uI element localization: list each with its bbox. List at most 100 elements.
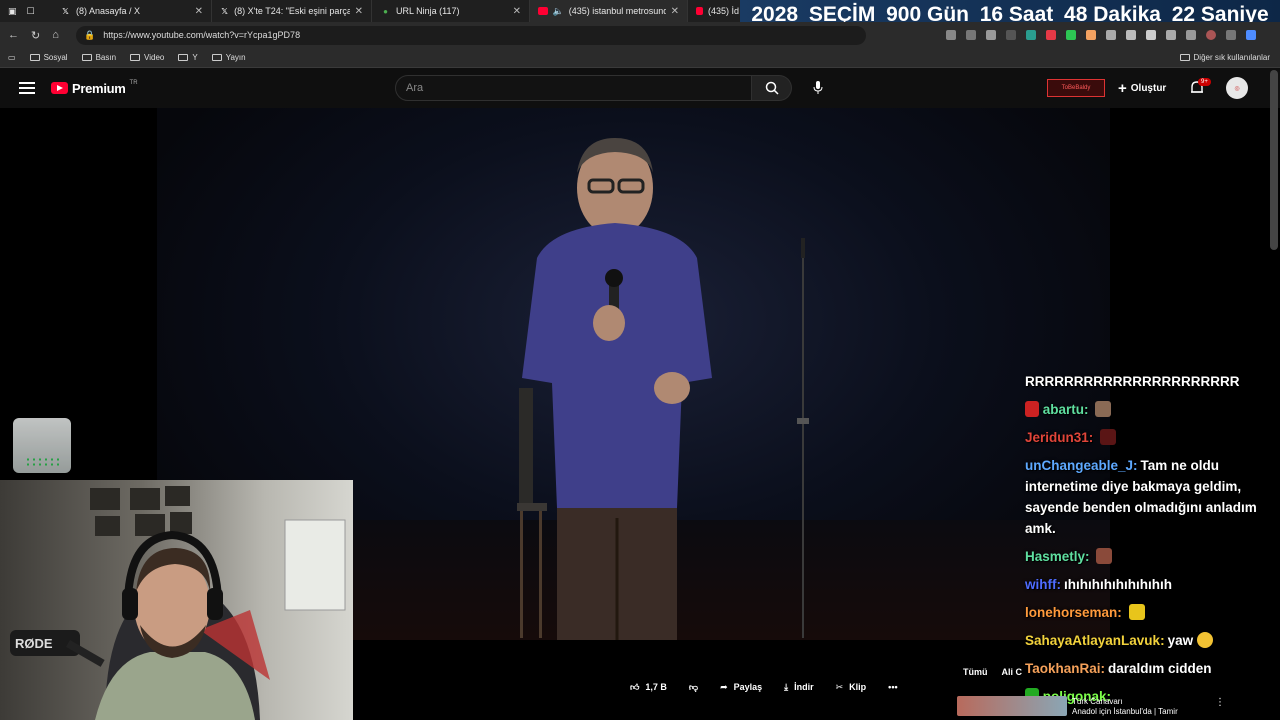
chat-message: Jeridun31:	[1025, 427, 1275, 448]
download-button[interactable]: ⤓ İndir	[784, 682, 813, 693]
recommendation-chips: Tümü Ali C	[963, 667, 1022, 677]
star-icon[interactable]	[986, 30, 996, 40]
folder-icon	[211, 54, 222, 61]
favorites-icon[interactable]	[1146, 30, 1156, 40]
dislike-button[interactable]: 👎︎	[689, 682, 698, 693]
search-icon	[765, 81, 779, 95]
tab-x-home[interactable]: 𝕏 (8) Anasayfa / X ✕	[52, 0, 212, 22]
close-tab-icon[interactable]: ✕	[671, 6, 679, 17]
tab-label: (8) X'te T24: "Eski eşini parçalayan	[234, 6, 349, 16]
reading-list-icon[interactable]: ▭	[8, 53, 16, 62]
tab-actions-icon[interactable]: ☐	[27, 6, 35, 17]
share-button[interactable]: ➦ Paylaş	[720, 682, 762, 693]
emote-icon	[1196, 632, 1213, 648]
emote-icon	[1096, 548, 1113, 564]
folder-icon	[178, 54, 189, 61]
workspaces-icon[interactable]: ▣	[8, 6, 17, 17]
tab-label: URL Ninja (117)	[396, 6, 460, 16]
tab-url-ninja[interactable]: ● URL Ninja (117) ✕	[372, 0, 530, 22]
extension-icon[interactable]	[1086, 30, 1096, 40]
recommended-video-info[interactable]: Türk Canavarı Anadol için İstanbul'da | …	[1072, 697, 1222, 717]
chat-message: Hasmetly:	[1025, 546, 1275, 567]
more-actions-button[interactable]: •••	[888, 682, 897, 692]
bookmark-folder[interactable]: Video	[130, 53, 164, 62]
account-avatar[interactable]: ◎	[1226, 77, 1248, 99]
shield-icon[interactable]	[1186, 30, 1196, 40]
share-arrow-icon: ➦	[720, 681, 728, 692]
tab-label: (8) Anasayfa / X	[76, 6, 141, 16]
jar-overlay	[13, 418, 71, 473]
speaker-icon[interactable]: 🔈	[553, 6, 564, 17]
address-input[interactable]: 🔒 https://www.youtube.com/watch?v=rYcpa1…	[76, 25, 866, 45]
rec-author: Türk Canavarı	[1072, 697, 1123, 706]
screen: ▣ ☐ 𝕏 (8) Anasayfa / X ✕ 𝕏 (8) X'te T24:…	[0, 0, 1280, 720]
bookmarks-bar: ▭ Sosyal Basın Video Y Yayın Diğer sık k…	[0, 48, 1280, 68]
youtube-premium-logo[interactable]: Premium TR	[51, 80, 138, 96]
other-favorites[interactable]: Diğer sık kullanılanlar	[1179, 53, 1270, 62]
voice-search-button[interactable]	[805, 75, 831, 101]
extension-icon[interactable]	[1026, 30, 1036, 40]
bookmark-folder[interactable]: Sosyal	[29, 53, 68, 62]
folder-icon	[29, 54, 40, 61]
back-icon[interactable]: ←	[8, 29, 19, 42]
close-tab-icon[interactable]: ✕	[513, 6, 521, 17]
chip-channel[interactable]: Ali C	[1002, 667, 1023, 677]
chat-overlay: RRRRRRRRRRRRRRRRRRRRRR abartu: Jeridun31…	[1025, 371, 1275, 714]
create-button[interactable]: + Oluştur	[1118, 77, 1166, 99]
bookmark-folder[interactable]: Basın	[81, 53, 116, 62]
emote-icon	[1100, 429, 1117, 445]
home-icon[interactable]: ⌂	[52, 29, 59, 42]
chat-message: unChangeable_J: Tam ne oldu internetime d…	[1025, 458, 1257, 536]
collections-icon[interactable]	[1166, 30, 1176, 40]
copilot-icon[interactable]	[1246, 30, 1256, 40]
tab-x-t24[interactable]: 𝕏 (8) X'te T24: "Eski eşini parçalayan ✕	[212, 0, 372, 22]
reload-icon[interactable]: ↻	[31, 29, 40, 42]
profile-icon[interactable]	[1206, 30, 1216, 40]
close-tab-icon[interactable]: ✕	[355, 6, 363, 17]
channel-badge[interactable]: ToBeBaldy	[1047, 79, 1105, 97]
youtube-logo-icon	[696, 7, 703, 15]
streamer-illustration: RØDE	[10, 486, 346, 720]
clip-button[interactable]: ✂ Klip	[836, 682, 867, 693]
extension-icon[interactable]	[1106, 30, 1116, 40]
translate-icon[interactable]	[946, 30, 956, 40]
hamburger-menu-icon[interactable]	[19, 82, 35, 94]
page-scrollbar[interactable]	[1270, 70, 1278, 250]
folder-icon	[130, 54, 141, 61]
bookmark-folder[interactable]: Yayın	[211, 53, 246, 62]
like-button[interactable]: 👍︎ 1,7 B	[630, 682, 667, 693]
chat-message: lonehorseman:	[1025, 602, 1275, 623]
download-icon: ⤓	[784, 681, 789, 692]
microphone-icon	[813, 81, 823, 94]
search-input[interactable]: Ara	[395, 75, 752, 101]
plus-icon: +	[1118, 79, 1127, 97]
video-actions: 👍︎ 1,7 B 👎︎ ➦ Paylaş ⤓ İndir ✂ Klip •••	[630, 678, 898, 696]
youtube-play-icon	[51, 82, 68, 94]
extension-icon[interactable]	[1006, 30, 1016, 40]
x-logo-icon: 𝕏	[62, 6, 69, 16]
close-tab-icon[interactable]: ✕	[195, 6, 203, 17]
more-icon[interactable]	[1226, 30, 1236, 40]
tab-youtube-active[interactable]: 🔈 (435) istanbul metrosunda b ✕	[530, 0, 688, 22]
recommended-video-thumbnail[interactable]	[957, 696, 1067, 716]
extension-icon[interactable]	[1046, 30, 1056, 40]
thumbs-down-icon: 👎︎	[688, 681, 699, 692]
address-bar-row: ← ↻ ⌂ 🔒 https://www.youtube.com/watch?v=…	[0, 22, 1280, 48]
apps-icon[interactable]	[966, 30, 976, 40]
emote-icon	[1128, 604, 1145, 620]
comedian-illustration	[522, 138, 712, 640]
bookmark-folder[interactable]: Y	[178, 53, 198, 62]
youtube-logo-icon	[538, 7, 548, 15]
tab-youtube-2[interactable]: (435) İd	[688, 0, 748, 22]
more-horizontal-icon: •••	[888, 682, 898, 692]
extension-icon[interactable]	[1066, 30, 1076, 40]
split-screen-icon[interactable]	[1126, 30, 1136, 40]
kebab-menu-icon[interactable]: ⋮	[1215, 697, 1225, 708]
video-player[interactable]: RØDE RRRRRRRRRRRRRRRRRRRRRR abartu: Jeri…	[0, 108, 1280, 720]
search-button[interactable]	[752, 75, 792, 101]
webcam-overlay: RØDE	[0, 480, 353, 720]
svg-text:RØDE: RØDE	[15, 636, 53, 651]
thumbs-up-icon: 👍︎	[630, 681, 640, 692]
chat-message: wihff: ıhıhıhıhıhıhıhıhıh	[1025, 577, 1172, 592]
chip-all[interactable]: Tümü	[963, 667, 988, 677]
